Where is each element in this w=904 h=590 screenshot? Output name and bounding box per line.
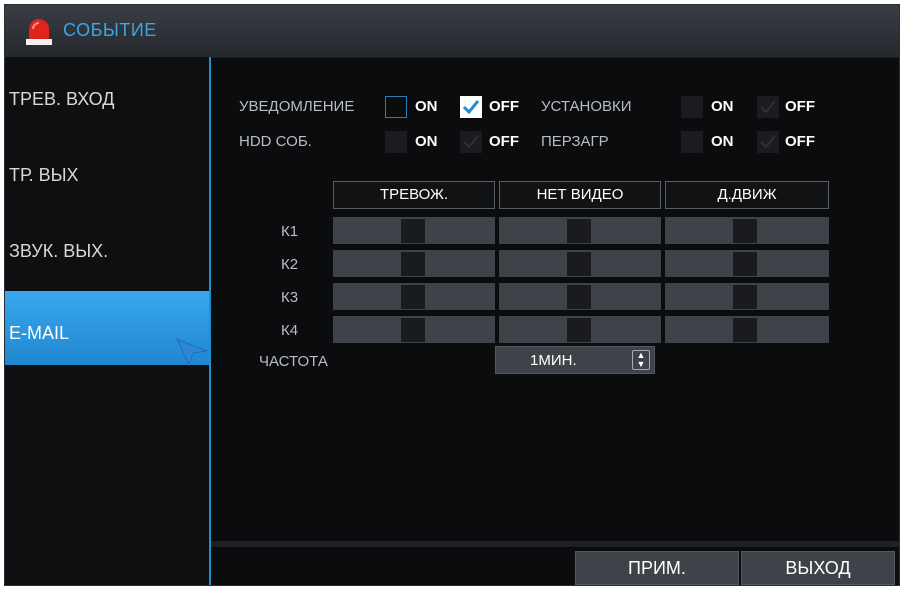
spinner-down-icon[interactable]: ▼ (633, 360, 649, 369)
column-header-video-loss: НЕТ ВИДЕО (499, 181, 661, 209)
config-on-checkbox[interactable] (681, 96, 703, 118)
row-label-k4: К4 (281, 322, 299, 339)
bottom-bar: ПРИМ. ВЫХОД (211, 541, 899, 585)
checkmark-icon (463, 135, 479, 149)
frequency-label: ЧАСТОТА (259, 353, 328, 370)
checkbox[interactable] (401, 219, 425, 243)
config-on-label: ON (711, 98, 734, 115)
row-label-k1: К1 (281, 223, 299, 240)
k2-motion-cell[interactable] (665, 250, 829, 277)
exit-button[interactable]: ВЫХОД (741, 551, 895, 585)
k2-alarm-cell[interactable] (333, 250, 495, 277)
frequency-value: 1МИН. (530, 352, 577, 369)
sidebar-item-label: E-MAIL (9, 323, 70, 343)
notify-off-checkbox[interactable] (460, 96, 482, 118)
row-label-k2: К2 (281, 256, 299, 273)
checkbox[interactable] (733, 252, 757, 276)
config-off-checkbox[interactable] (757, 96, 779, 118)
sidebar-item-label: ЗВУК. ВЫХ. (9, 241, 109, 261)
k3-motion-cell[interactable] (665, 283, 829, 310)
frequency-select[interactable]: 1МИН. ▲ ▼ (495, 346, 655, 374)
k1-video-loss-cell[interactable] (499, 217, 661, 244)
reboot-on-label: ON (711, 133, 734, 150)
alarm-light-icon (26, 19, 52, 45)
bottom-strip (211, 541, 899, 547)
reboot-off-checkbox[interactable] (757, 131, 779, 153)
checkbox[interactable] (567, 252, 591, 276)
reboot-off-label: OFF (785, 133, 815, 150)
column-header-motion: Д.ДВИЖ (665, 181, 829, 209)
k4-video-loss-cell[interactable] (499, 316, 661, 343)
sidebar-item-sound-output[interactable]: ЗВУК. ВЫХ. (5, 209, 209, 283)
checkmark-icon (760, 135, 776, 149)
checkbox[interactable] (733, 219, 757, 243)
checkbox[interactable] (733, 285, 757, 309)
config-label: УСТАНОВКИ (541, 98, 632, 115)
checkbox[interactable] (401, 285, 425, 309)
sidebar-item-alarm-input[interactable]: ТРЕВ. ВХОД (5, 57, 209, 131)
hdd-label: HDD СОБ. (239, 133, 312, 150)
checkbox[interactable] (567, 285, 591, 309)
k3-alarm-cell[interactable] (333, 283, 495, 310)
k4-motion-cell[interactable] (665, 316, 829, 343)
sidebar-item-alarm-output[interactable]: ТР. ВЫХ (5, 133, 209, 207)
checkbox[interactable] (401, 252, 425, 276)
checkbox[interactable] (733, 318, 757, 342)
checkmark-icon (462, 100, 480, 115)
row-label-k3: К3 (281, 289, 299, 306)
sidebar-item-email[interactable]: E-MAIL (5, 291, 209, 367)
reboot-label: ПЕРЗАГР (541, 133, 609, 150)
k3-video-loss-cell[interactable] (499, 283, 661, 310)
k2-video-loss-cell[interactable] (499, 250, 661, 277)
checkmark-icon (760, 100, 776, 114)
hdd-on-label: ON (415, 133, 438, 150)
reboot-on-checkbox[interactable] (681, 131, 703, 153)
sidebar: ТРЕВ. ВХОД ТР. ВЫХ ЗВУК. ВЫХ. E-MAIL (5, 57, 209, 585)
mouse-pointer-icon (176, 338, 209, 367)
hdd-off-checkbox[interactable] (460, 131, 482, 153)
sidebar-item-label: ТР. ВЫХ (9, 165, 79, 185)
window-title: СОБЫТИЕ (63, 20, 157, 40)
sidebar-item-label: ТРЕВ. ВХОД (9, 89, 115, 109)
notify-off-label: OFF (489, 98, 519, 115)
apply-button[interactable]: ПРИМ. (575, 551, 739, 585)
k4-alarm-cell[interactable] (333, 316, 495, 343)
hdd-off-label: OFF (489, 133, 519, 150)
notify-on-checkbox[interactable] (385, 96, 407, 118)
sidebar-divider (209, 57, 211, 585)
notify-label: УВЕДОМЛЕНИЕ (239, 98, 355, 115)
column-header-alarm: ТРЕВОЖ. (333, 181, 495, 209)
spinner-icon[interactable]: ▲ ▼ (632, 350, 650, 370)
config-off-label: OFF (785, 98, 815, 115)
k1-alarm-cell[interactable] (333, 217, 495, 244)
checkbox[interactable] (401, 318, 425, 342)
checkbox[interactable] (567, 318, 591, 342)
event-settings-window: СОБЫТИЕ ТРЕВ. ВХОД ТР. ВЫХ ЗВУК. ВЫХ. E-… (4, 4, 900, 586)
checkbox[interactable] (567, 219, 591, 243)
hdd-on-checkbox[interactable] (385, 131, 407, 153)
k1-motion-cell[interactable] (665, 217, 829, 244)
notify-on-label: ON (415, 98, 438, 115)
title-bar: СОБЫТИЕ (5, 5, 899, 58)
